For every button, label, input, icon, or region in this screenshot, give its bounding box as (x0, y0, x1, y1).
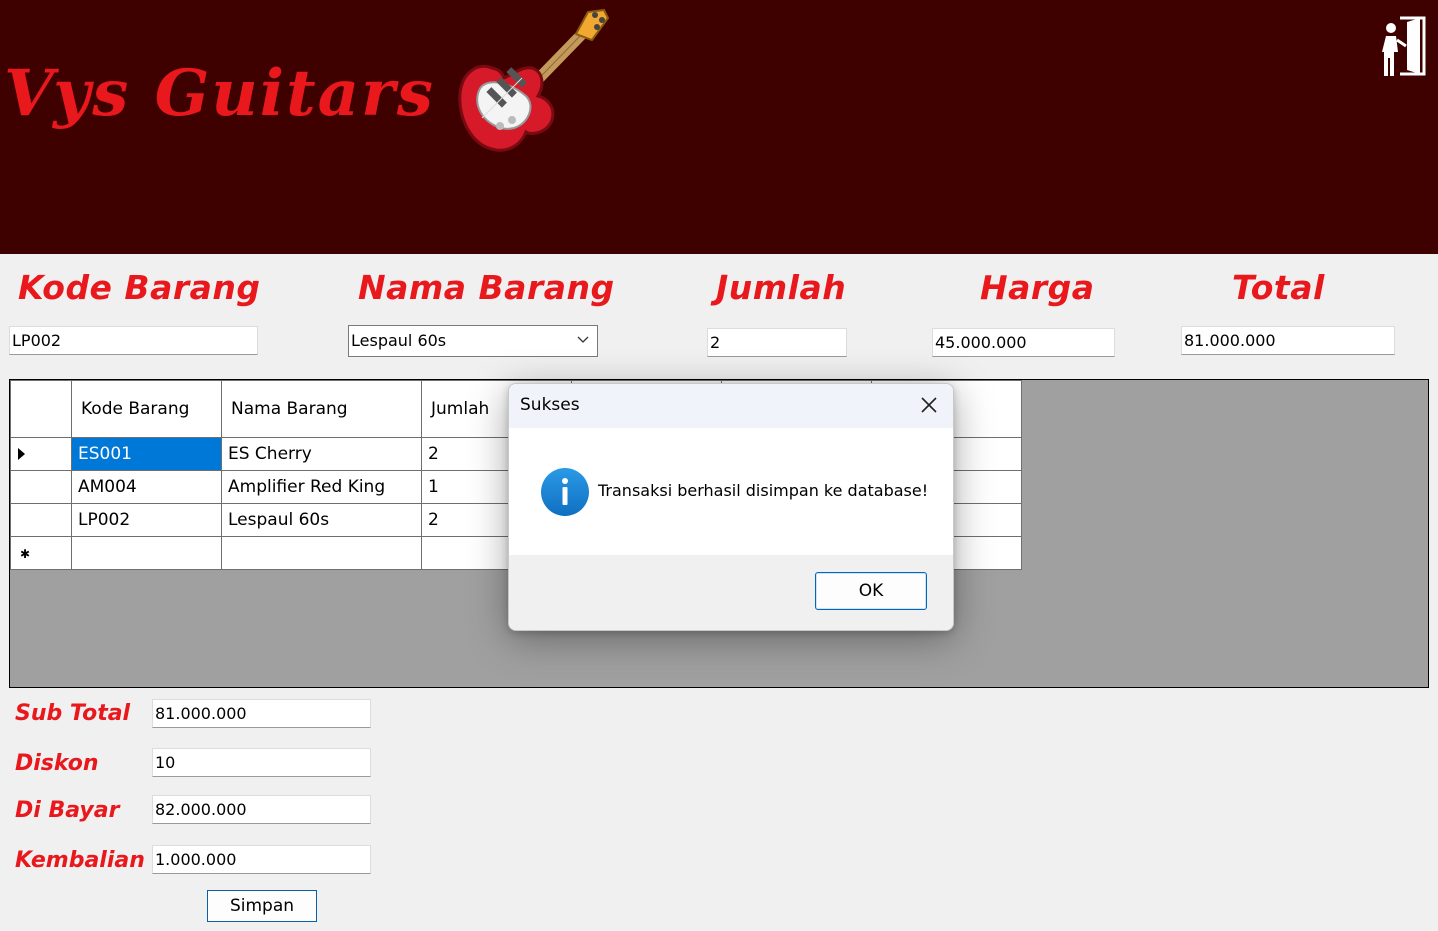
close-icon[interactable] (919, 395, 939, 415)
grid-cell-nama[interactable]: ES Cherry (221, 437, 422, 471)
nama-barang-selected: Lespaul 60s (351, 331, 447, 350)
simpan-button[interactable]: Simpan (207, 890, 317, 922)
grid-corner-cell (10, 380, 72, 438)
harga-input[interactable]: 45.000.000 (932, 328, 1115, 357)
grid-cell-kode[interactable]: AM004 (71, 470, 222, 504)
ok-button[interactable]: OK (815, 572, 927, 610)
dialog-title: Sukses (520, 395, 580, 415)
current-row-arrow-icon (18, 448, 25, 460)
grid-cell[interactable] (71, 536, 222, 570)
grid-cell[interactable] (221, 536, 422, 570)
label-sub-total: Sub Total (15, 701, 131, 726)
label-kode-barang: Kode Barang (18, 268, 261, 307)
grid-column-header[interactable]: Nama Barang (221, 380, 422, 438)
grid-cell-nama[interactable]: Amplifier Red King (221, 470, 422, 504)
grid-cell-kode[interactable]: ES001 (71, 437, 222, 471)
message-dialog: Sukses Transaksi berhasil disimpan ke da… (508, 383, 954, 631)
chevron-down-icon (577, 336, 589, 343)
label-nama-barang: Nama Barang (358, 268, 615, 307)
dialog-message: Transaksi berhasil disimpan ke database! (598, 481, 929, 500)
label-total: Total (1232, 268, 1325, 307)
label-diskon: Diskon (15, 751, 99, 776)
kembalian-input[interactable]: 1.000.000 (152, 845, 371, 874)
label-harga: Harga (980, 268, 1095, 307)
dialog-titlebar[interactable]: Sukses (509, 384, 953, 428)
di-bayar-input[interactable]: 82.000.000 (152, 795, 371, 824)
label-jumlah: Jumlah (716, 268, 847, 307)
row-header-new[interactable]: ✱ (10, 536, 72, 570)
row-header-current[interactable] (10, 437, 72, 471)
grid-cell-nama[interactable]: Lespaul 60s (221, 503, 422, 537)
label-kembalian: Kembalian (15, 848, 145, 873)
nama-barang-select[interactable]: Lespaul 60s (348, 325, 598, 357)
grid-column-header[interactable]: Kode Barang (71, 380, 222, 438)
grid-cell-kode[interactable]: LP002 (71, 503, 222, 537)
row-header[interactable] (10, 503, 72, 537)
total-input[interactable]: 81.000.000 (1181, 326, 1395, 355)
diskon-input[interactable]: 10 (152, 748, 371, 777)
label-di-bayar: Di Bayar (15, 798, 120, 823)
jumlah-input[interactable]: 2 (707, 328, 847, 357)
exit-door-icon[interactable] (1380, 16, 1426, 78)
info-icon (541, 468, 589, 516)
app-header: Vys Guitars (0, 0, 1438, 254)
kode-barang-input[interactable]: LP002 (9, 326, 258, 355)
dialog-footer: OK (509, 555, 953, 630)
sub-total-input[interactable]: 81.000.000 (152, 699, 371, 728)
new-row-asterisk-icon: ✱ (20, 547, 31, 561)
electric-guitar-icon (458, 8, 610, 152)
app-logo-text: Vys Guitars (4, 56, 435, 131)
row-header[interactable] (10, 470, 72, 504)
